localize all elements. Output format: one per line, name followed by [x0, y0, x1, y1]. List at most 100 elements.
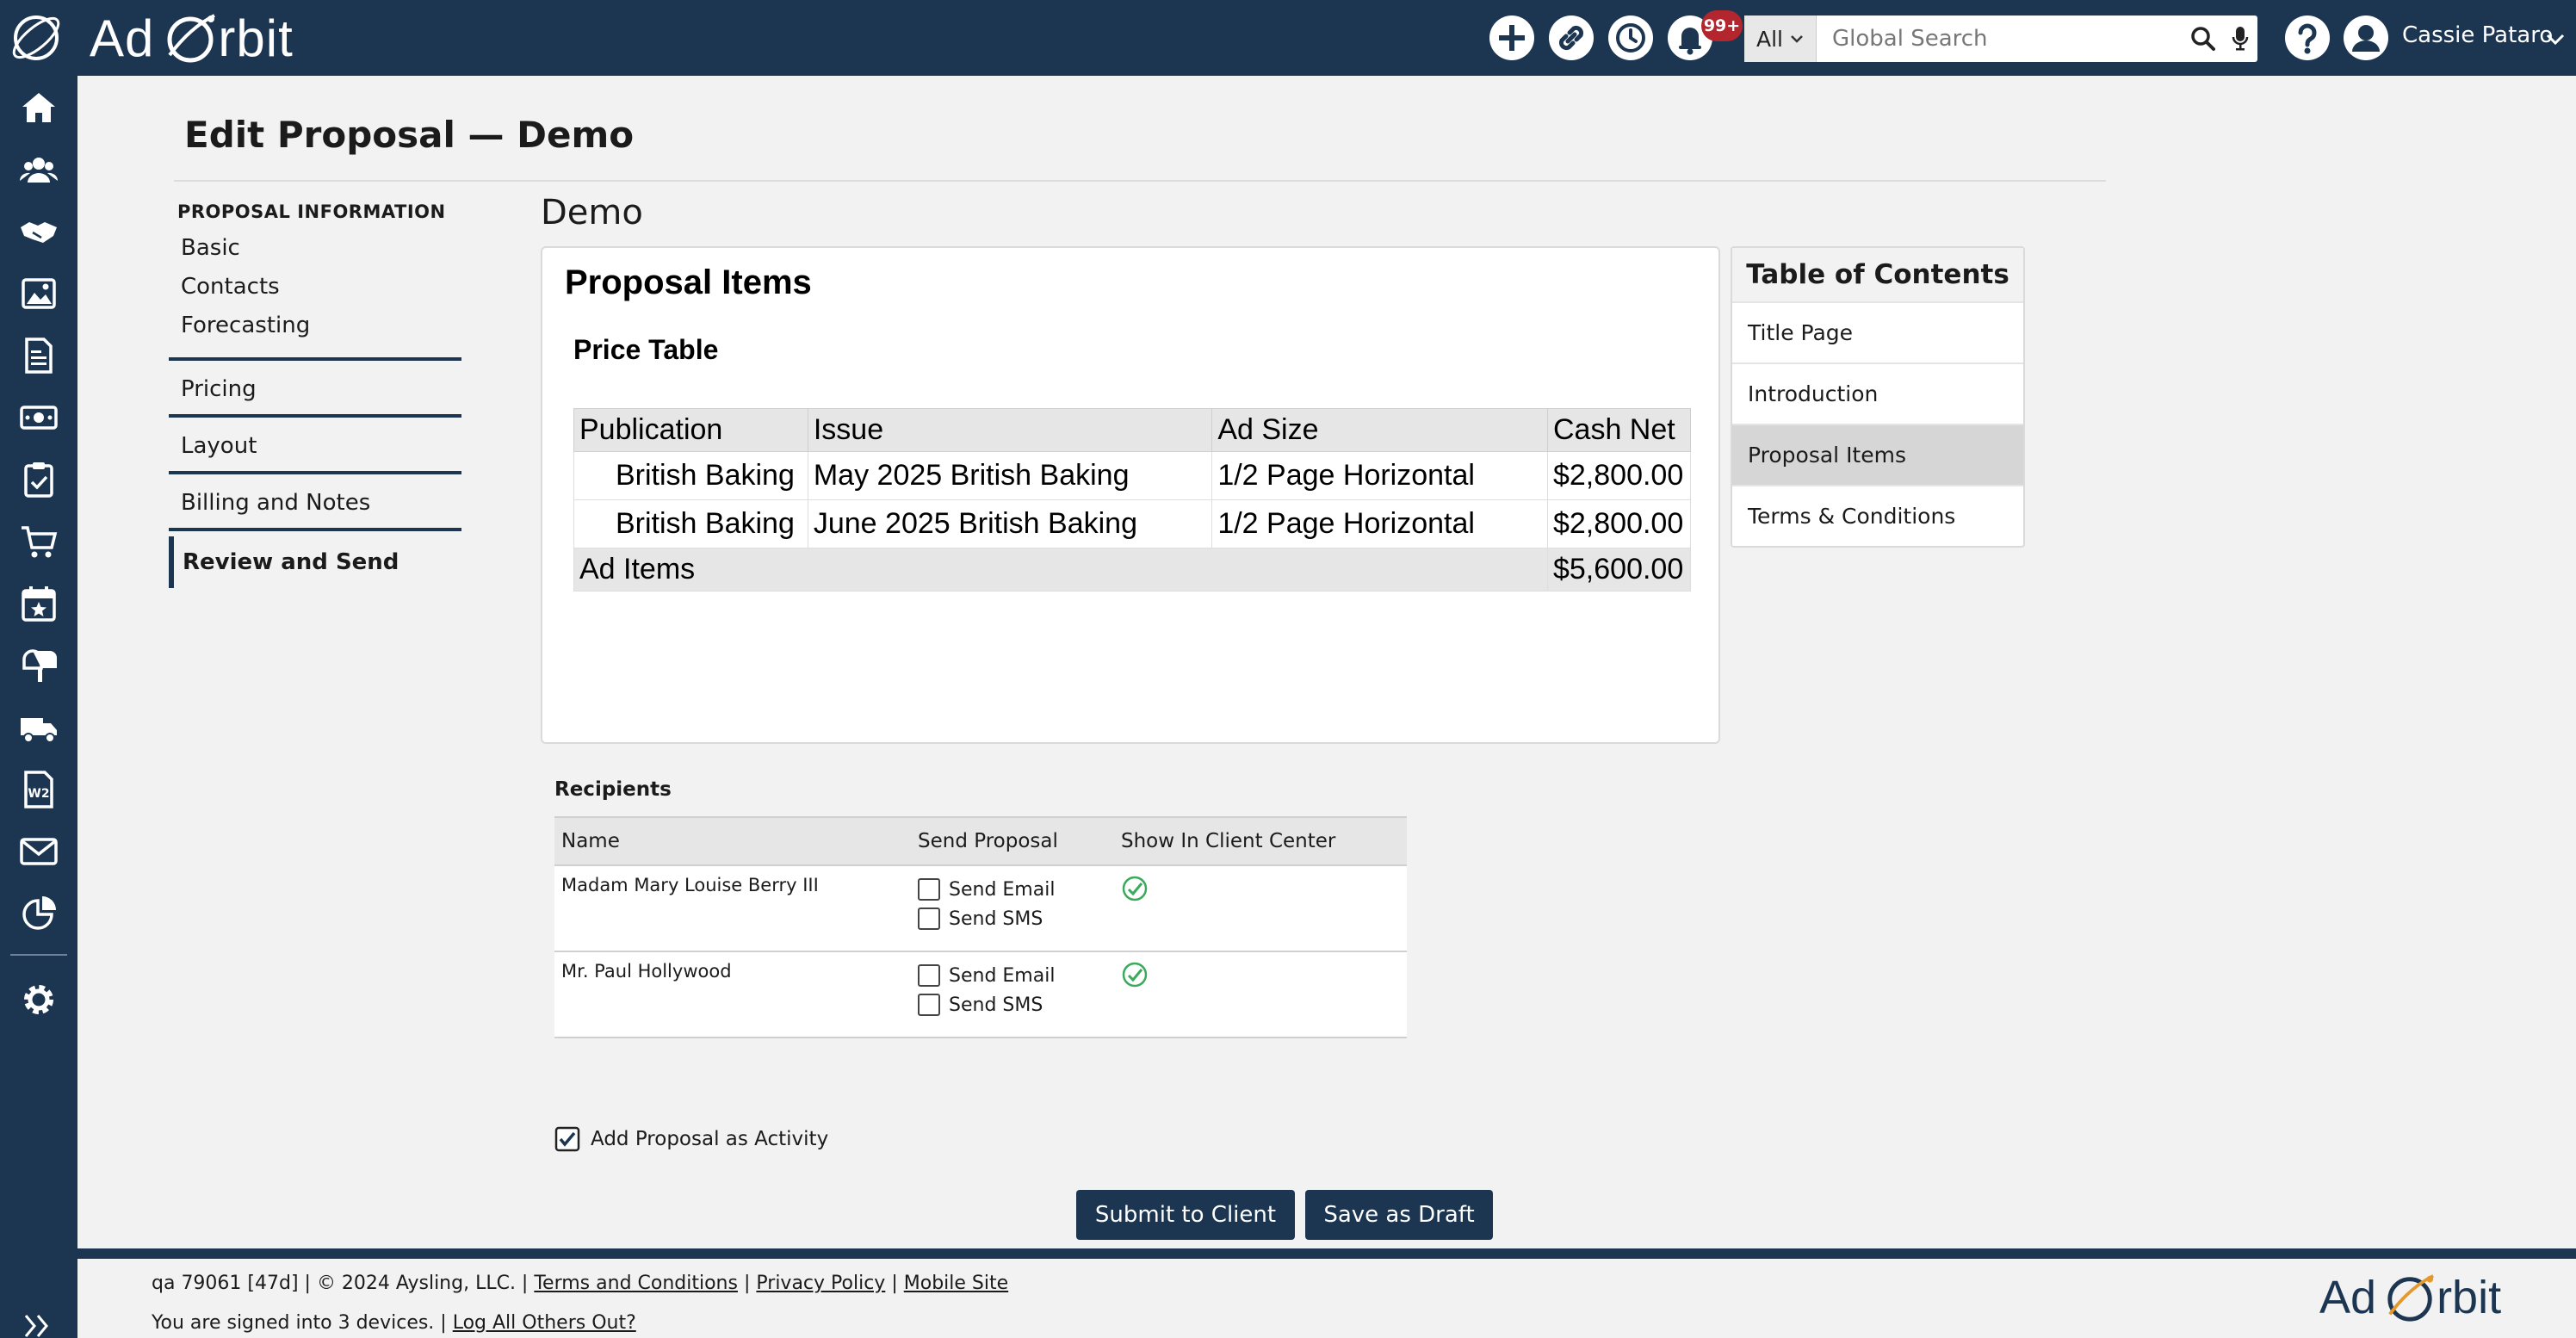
recipient-name: Mr. Paul Hollywood	[554, 951, 911, 1038]
footer-version: qa 79061 [47d] | © 2024 Aysling, LLC. |	[152, 1273, 529, 1294]
orbit-logo-icon[interactable]	[7, 9, 65, 67]
cell-issue: June 2025 British Baking	[807, 499, 1213, 548]
proposal-nav-layout[interactable]: Layout	[169, 414, 461, 471]
search-input[interactable]	[1817, 15, 2183, 62]
search-scope-value: All	[1756, 26, 1783, 52]
envelope-icon[interactable]	[19, 832, 59, 871]
check-circle-icon[interactable]	[1121, 875, 1149, 902]
submit-to-client-button[interactable]: Submit to Client	[1076, 1190, 1295, 1240]
history-clock-icon[interactable]	[1607, 14, 1655, 62]
calendar-star-icon[interactable]	[19, 584, 59, 623]
clipboard-check-icon[interactable]	[19, 460, 59, 499]
money-icon[interactable]	[19, 398, 59, 437]
settings-gear-icon[interactable]	[19, 980, 59, 1019]
brand-logo[interactable]: Ad rbit	[90, 7, 294, 69]
send-email-label: Send Email	[949, 964, 1056, 987]
send-email-checkbox[interactable]	[918, 878, 940, 901]
handshake-icon[interactable]	[19, 212, 59, 251]
proposal-nav-contacts[interactable]: Contacts	[169, 268, 461, 307]
client-center-cell	[1114, 865, 1407, 952]
privacy-link[interactable]: Privacy Policy	[756, 1273, 885, 1294]
send-sms-checkbox[interactable]	[918, 907, 940, 930]
cell-issue: May 2025 British Baking	[807, 451, 1213, 500]
table-row: Madam Mary Louise Berry III Send Email S…	[554, 865, 1407, 952]
proposal-nav-pricing[interactable]: Pricing	[169, 357, 461, 414]
toc-item-terms[interactable]: Terms & Conditions	[1732, 485, 2023, 546]
proposal-nav-review-send[interactable]: Review and Send	[169, 536, 461, 588]
link-icon[interactable]	[1547, 14, 1595, 62]
voice-search-button[interactable]	[2223, 15, 2257, 62]
send-email-label: Send Email	[949, 878, 1056, 901]
plus-circle-icon[interactable]	[1488, 14, 1536, 62]
invoice-icon[interactable]	[19, 336, 59, 375]
footer: qa 79061 [47d] | © 2024 Aysling, LLC. | …	[77, 1259, 2576, 1338]
send-email-checkbox[interactable]	[918, 964, 940, 987]
footer-brand-logo: Ad rbit	[2319, 1271, 2501, 1324]
contacts-icon[interactable]	[19, 150, 59, 189]
footer-line-1: qa 79061 [47d] | © 2024 Aysling, LLC. | …	[152, 1273, 1008, 1294]
cell-cash-net: $2,800.00	[1546, 451, 1692, 500]
send-sms-checkbox[interactable]	[918, 994, 940, 1016]
footer-brand-right: rbit	[2437, 1272, 2502, 1323]
search-button[interactable]	[2183, 15, 2223, 62]
w2-form-icon[interactable]: W2	[19, 770, 59, 809]
send-sms-option[interactable]: Send SMS	[918, 990, 1107, 1019]
section-title: Demo	[541, 193, 643, 232]
user-avatar-icon[interactable]	[2342, 14, 2390, 62]
user-name[interactable]: Cassie Pataro	[2402, 22, 2553, 48]
toc-item-title-page[interactable]: Title Page	[1732, 301, 2023, 362]
devices-text: You are signed into 3 devices. |	[152, 1312, 447, 1334]
recipients-header: Name Send Proposal Show In Client Center	[554, 816, 1407, 866]
recipients-label: Recipients	[554, 778, 672, 801]
sidebar-divider	[10, 954, 67, 956]
user-menu-chevron-icon[interactable]	[2545, 33, 2566, 46]
truck-icon[interactable]	[19, 708, 59, 747]
home-icon[interactable]	[19, 88, 59, 127]
cart-icon[interactable]	[19, 522, 59, 561]
footer-brand-left: Ad	[2319, 1272, 2377, 1323]
col-show-client-center: Show In Client Center	[1114, 816, 1407, 866]
toc-item-proposal-items[interactable]: Proposal Items	[1732, 424, 2023, 485]
pie-chart-icon[interactable]	[19, 894, 59, 933]
proposal-nav-forecasting[interactable]: Forecasting	[169, 307, 461, 345]
cell-cash-net: $2,800.00	[1546, 499, 1692, 548]
cell-publication: British Baking	[573, 499, 808, 548]
logout-others-link[interactable]: Log All Others Out?	[453, 1312, 636, 1334]
app-sidebar: W2	[0, 76, 77, 1338]
footer-orbit-icon	[2387, 1274, 2435, 1322]
send-sms-label: Send SMS	[949, 907, 1043, 930]
help-icon[interactable]	[2283, 14, 2331, 62]
chevron-down-icon	[1791, 35, 1803, 43]
notification-badge[interactable]: 99+	[1701, 10, 1743, 41]
send-email-option[interactable]: Send Email	[918, 875, 1107, 904]
save-as-draft-button[interactable]: Save as Draft	[1305, 1190, 1493, 1240]
send-sms-label: Send SMS	[949, 994, 1043, 1016]
proposal-nav-billing-notes[interactable]: Billing and Notes	[169, 471, 461, 528]
collapse-chevron-icon[interactable]	[19, 1314, 59, 1338]
proposal-nav-basic[interactable]: Basic	[169, 229, 461, 268]
check-circle-icon[interactable]	[1121, 961, 1149, 988]
table-total-row: Ad Items $5,600.00	[573, 548, 1692, 592]
cell-ad-size: 1/2 Page Horizontal	[1211, 451, 1548, 500]
table-row: British Baking May 2025 British Baking 1…	[573, 451, 1692, 500]
mobile-site-link[interactable]: Mobile Site	[904, 1273, 1008, 1294]
mailbox-icon[interactable]	[19, 646, 59, 685]
col-cash-net: Cash Net	[1546, 408, 1692, 452]
footer-bar	[77, 1248, 2576, 1259]
price-table: Publication Issue Ad Size Cash Net Briti…	[573, 408, 1692, 592]
table-of-contents: Table of Contents Title Page Introductio…	[1731, 246, 2025, 548]
send-sms-option[interactable]: Send SMS	[918, 904, 1107, 933]
col-send-proposal: Send Proposal	[911, 816, 1114, 866]
media-icon[interactable]	[19, 274, 59, 313]
terms-link[interactable]: Terms and Conditions	[534, 1273, 738, 1294]
send-email-option[interactable]: Send Email	[918, 961, 1107, 990]
add-activity-label: Add Proposal as Activity	[591, 1128, 829, 1150]
search-scope-select[interactable]: All	[1744, 15, 1817, 62]
footer-sep: |	[891, 1273, 898, 1294]
add-activity-option[interactable]: Add Proposal as Activity	[554, 1126, 828, 1152]
toc-item-introduction[interactable]: Introduction	[1732, 362, 2023, 424]
col-issue: Issue	[807, 408, 1213, 452]
add-activity-checkbox[interactable]	[554, 1126, 580, 1152]
footer-line-2: You are signed into 3 devices. | Log All…	[152, 1312, 636, 1334]
col-name: Name	[554, 816, 911, 866]
